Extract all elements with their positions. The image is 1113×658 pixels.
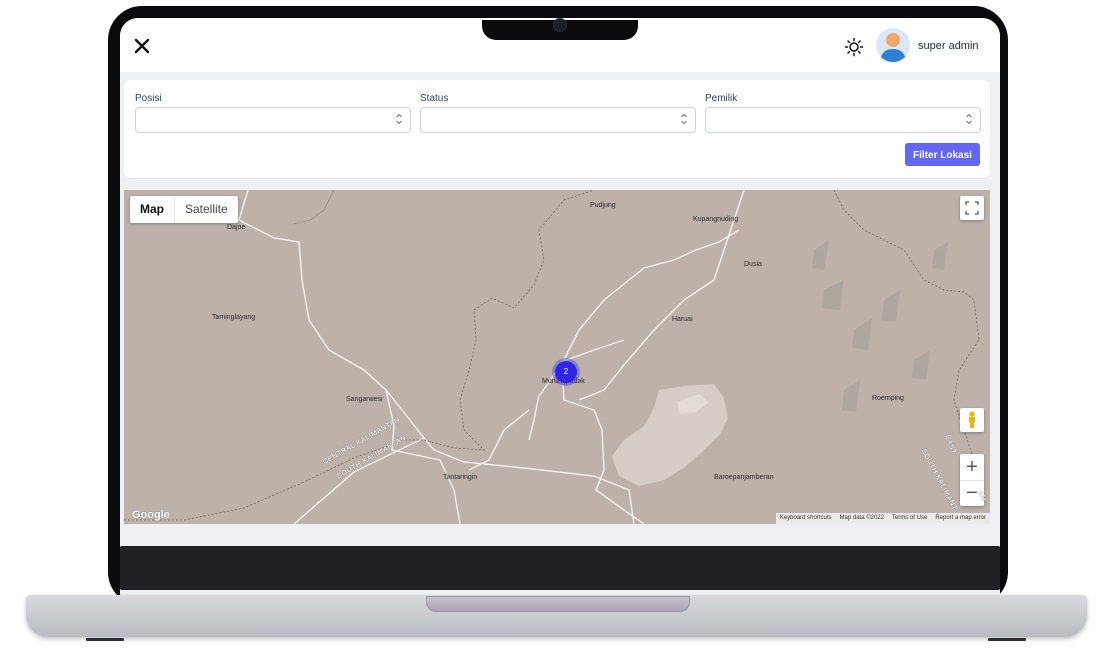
street-view-button[interactable]	[960, 408, 984, 432]
place-label: Dajoe	[227, 224, 246, 231]
place-label: Tantaringin	[443, 474, 478, 481]
camera-icon	[553, 18, 567, 32]
select-arrows-icon	[681, 113, 687, 125]
laptop-foot	[988, 638, 1026, 641]
place-label: Pudjung	[590, 202, 616, 209]
screen-bottom-bezel	[120, 546, 1000, 590]
place-label: Haruai	[672, 316, 693, 323]
google-logo: Google	[132, 509, 170, 521]
map-type-control: Map Satellite	[130, 196, 238, 223]
place-label: Baroepanjamberan	[714, 474, 774, 481]
map-type-map[interactable]: Map	[130, 196, 174, 223]
place-label: Taminglayang	[212, 314, 256, 321]
place-label: Kupangnuding	[693, 216, 739, 223]
report-map-error-link[interactable]: Report a map error	[931, 513, 990, 524]
map-data-text: Map data ©2022	[839, 515, 884, 521]
place-label: Roemping	[872, 395, 904, 402]
avatar[interactable]	[876, 28, 910, 62]
fullscreen-button[interactable]	[960, 196, 984, 220]
map-type-satellite[interactable]: Satellite	[174, 196, 238, 223]
app-screen: super admin Posisi Status Pemilik Filter…	[120, 18, 1000, 598]
status-label: Status	[420, 93, 449, 104]
laptop-foot	[86, 638, 124, 641]
laptop-base-groove	[426, 596, 690, 612]
sun-icon[interactable]	[844, 37, 864, 57]
keyboard-shortcuts-link[interactable]: Keyboard shortcuts	[776, 513, 836, 524]
pemilik-label: Pemilik	[705, 93, 738, 104]
posisi-label: Posisi	[135, 93, 162, 104]
map-tiles	[124, 190, 985, 524]
location-cluster-marker[interactable]: 2	[555, 361, 577, 383]
map-attribution: Keyboard shortcuts Map data ©2022 Terms …	[775, 513, 990, 524]
map[interactable]: Map Satellite + − Pudjung Kupangnuding D…	[124, 190, 990, 524]
fullscreen-icon	[965, 201, 979, 215]
user-name: super admin	[918, 40, 979, 52]
pegman-icon	[969, 411, 975, 428]
pemilik-select[interactable]	[705, 107, 981, 133]
select-arrows-icon	[396, 113, 402, 125]
place-label: Dusia	[744, 261, 762, 268]
close-icon[interactable]	[134, 38, 150, 54]
select-arrows-icon	[966, 113, 972, 125]
filter-card: Posisi Status Pemilik Filter Lokasi	[124, 80, 990, 178]
zoom-in-button[interactable]: +	[960, 454, 984, 481]
posisi-select[interactable]	[135, 107, 411, 133]
place-label: Sangarwesi	[346, 396, 383, 403]
status-select[interactable]	[420, 107, 696, 133]
terms-of-use-link[interactable]: Terms of Use	[888, 513, 931, 524]
filter-lokasi-button[interactable]: Filter Lokasi	[905, 143, 980, 166]
